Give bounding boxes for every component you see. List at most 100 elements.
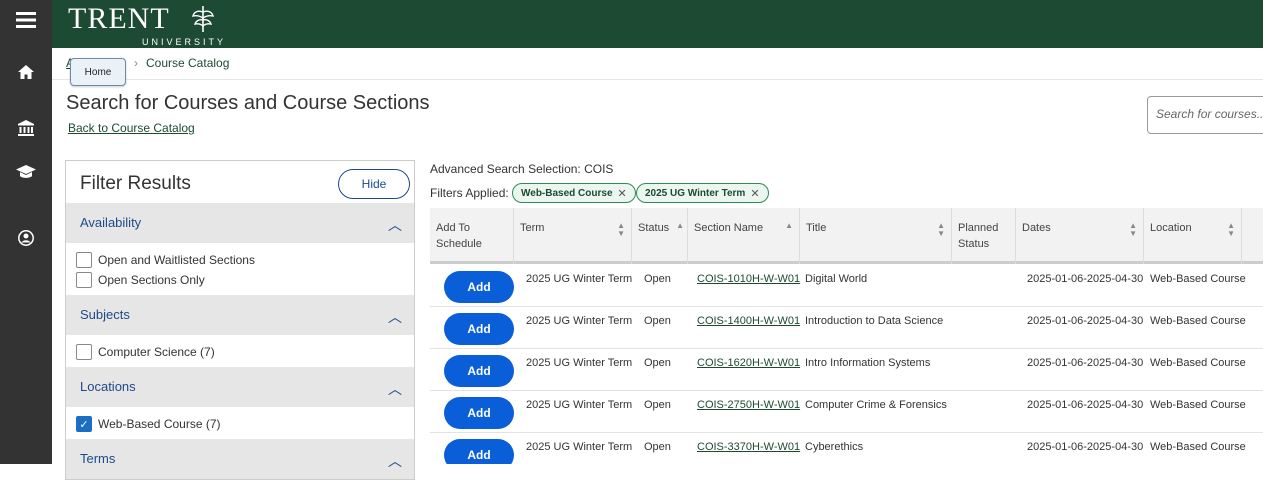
- option-label: Computer Science (7): [98, 345, 215, 359]
- cell-location: Web-Based Course: [1150, 273, 1246, 285]
- section-link[interactable]: COIS-1620H-W-W01: [697, 357, 800, 369]
- filters-applied-label: Filters Applied:: [430, 186, 509, 200]
- col-label: Dates: [1022, 222, 1051, 234]
- sort-icon[interactable]: ▲ ▼: [937, 222, 945, 238]
- sort-icon[interactable]: ▲: [785, 222, 793, 230]
- cell-status: Open: [644, 273, 671, 285]
- sort-icon[interactable]: ▲ ▼: [617, 222, 625, 238]
- section-label: Subjects: [80, 307, 130, 322]
- checkbox[interactable]: [76, 272, 92, 288]
- cell-title: Introduction to Data Science: [805, 315, 944, 327]
- cell-title: Intro Information Systems: [805, 357, 931, 369]
- add-button[interactable]: Add: [444, 313, 514, 345]
- cell-status: Open: [644, 357, 671, 369]
- sort-icon[interactable]: ▲: [676, 222, 684, 230]
- results-table: Add To Schedule Term ▲ ▼ Status ▲ Section N…: [430, 208, 1263, 464]
- col-status[interactable]: Status ▲: [632, 208, 688, 264]
- filter-section-availability[interactable]: Availability ︿: [66, 203, 414, 243]
- page-title: Search for Courses and Course Sections: [66, 92, 430, 114]
- section-link[interactable]: COIS-2750H-W-W01: [697, 399, 800, 411]
- chevron-up-icon: ︿: [388, 217, 402, 233]
- col-term[interactable]: Term ▲ ▼: [514, 208, 632, 264]
- filter-option-computer-science[interactable]: Computer Science (7): [76, 343, 215, 361]
- cell-location: Web-Based Course: [1150, 315, 1246, 327]
- sort-icon[interactable]: ▲ ▼: [1129, 222, 1137, 238]
- home-tooltip: Home: [70, 58, 126, 86]
- cell-dates: 2025-01-06-2025-04-30: [1027, 357, 1144, 369]
- col-planned-status: Planned Status: [952, 208, 1016, 264]
- cell-term: 2025 UG Winter Term: [526, 315, 633, 327]
- trent-logo[interactable]: TRENT UNIVERSITY: [68, 2, 223, 47]
- table-row: Add 2025 UG Winter Term Open COIS-3370H-…: [430, 433, 1263, 464]
- cell-status: Open: [644, 315, 671, 327]
- cell-dates: 2025-01-06-2025-04-30: [1027, 441, 1144, 453]
- cell-term: 2025 UG Winter Term: [526, 441, 633, 453]
- menu-icon[interactable]: [0, 0, 52, 40]
- checkbox-checked[interactable]: ✓: [76, 416, 92, 432]
- col-add-to-schedule: Add To Schedule: [430, 208, 514, 264]
- search-input[interactable]: Search for courses...: [1147, 96, 1263, 134]
- breadcrumb-current[interactable]: Course Catalog: [146, 56, 229, 70]
- hide-filters-button[interactable]: Hide: [338, 169, 410, 199]
- col-dates[interactable]: Dates ▲ ▼: [1016, 208, 1144, 264]
- table-row: Add 2025 UG Winter Term Open COIS-1620H-…: [430, 349, 1263, 391]
- cell-location: Web-Based Course: [1150, 399, 1246, 411]
- cell-dates: 2025-01-06-2025-04-30: [1027, 315, 1144, 327]
- cell-term: 2025 UG Winter Term: [526, 273, 633, 285]
- trent-crest-icon: [192, 6, 214, 32]
- filter-title: Filter Results: [80, 173, 191, 194]
- top-header: TRENT UNIVERSITY: [52, 0, 1263, 48]
- add-button[interactable]: Add: [444, 397, 514, 429]
- user-circle-icon[interactable]: [0, 218, 52, 258]
- option-label: Open and Waitlisted Sections: [98, 253, 255, 267]
- advanced-search-selection: Advanced Search Selection: COIS: [430, 162, 614, 176]
- sort-icon[interactable]: ▲ ▼: [1227, 222, 1235, 238]
- chevron-up-icon: ︿: [388, 453, 402, 469]
- checkbox[interactable]: [76, 344, 92, 360]
- add-button[interactable]: Add: [444, 439, 514, 464]
- col-label: Term: [520, 222, 545, 234]
- add-button[interactable]: Add: [444, 355, 514, 387]
- filter-section-locations[interactable]: Locations ︿: [66, 367, 414, 407]
- section-link[interactable]: COIS-3370H-W-W01: [697, 441, 800, 453]
- cell-dates: 2025-01-06-2025-04-30: [1027, 399, 1144, 411]
- breadcrumb-separator: ›: [134, 56, 138, 70]
- col-title[interactable]: Title ▲ ▼: [800, 208, 952, 264]
- cell-status: Open: [644, 399, 671, 411]
- logo-subtext: UNIVERSITY: [142, 37, 227, 47]
- filter-pill-web-based[interactable]: Web-Based Course ✕: [512, 183, 636, 203]
- col-overflow: [1242, 208, 1263, 264]
- option-label: Web-Based Course (7): [98, 417, 221, 431]
- institution-icon[interactable]: [0, 108, 52, 148]
- close-icon[interactable]: ✕: [750, 187, 759, 200]
- add-button[interactable]: Add: [444, 271, 514, 303]
- col-label: Title: [806, 222, 827, 234]
- cell-title: Digital World: [805, 273, 868, 285]
- checkbox[interactable]: [76, 252, 92, 268]
- filter-option-web-based[interactable]: ✓ Web-Based Course (7): [76, 415, 221, 433]
- section-link[interactable]: COIS-1400H-W-W01: [697, 315, 800, 327]
- cell-term: 2025 UG Winter Term: [526, 399, 633, 411]
- filter-option-open-waitlisted[interactable]: Open and Waitlisted Sections: [76, 251, 255, 269]
- option-label: Open Sections Only: [98, 273, 205, 287]
- close-icon[interactable]: ✕: [618, 187, 627, 200]
- filter-pill-term[interactable]: 2025 UG Winter Term ✕: [636, 183, 769, 203]
- section-link[interactable]: COIS-1010H-W-W01: [697, 273, 800, 285]
- table-row: Add 2025 UG Winter Term Open COIS-2750H-…: [430, 391, 1263, 433]
- col-location[interactable]: Location ▲ ▼: [1144, 208, 1242, 264]
- home-icon[interactable]: [0, 52, 52, 92]
- col-label: Section Name: [694, 222, 764, 234]
- logo-text: TRENT: [68, 2, 170, 35]
- filter-section-terms[interactable]: Terms ︿: [66, 439, 414, 479]
- cell-term: 2025 UG Winter Term: [526, 357, 633, 369]
- left-sidebar: [0, 0, 52, 464]
- filter-section-subjects[interactable]: Subjects ︿: [66, 295, 414, 335]
- col-section-name[interactable]: Section Name ▲: [688, 208, 800, 264]
- pill-label: Web-Based Course: [521, 187, 613, 199]
- chevron-up-icon: ︿: [388, 309, 402, 325]
- filter-option-open-only[interactable]: Open Sections Only: [76, 271, 205, 289]
- cell-location: Web-Based Course: [1150, 357, 1246, 369]
- graduation-cap-icon[interactable]: [0, 152, 52, 192]
- section-label: Availability: [80, 215, 142, 230]
- back-to-catalog-link[interactable]: Back to Course Catalog: [68, 121, 195, 135]
